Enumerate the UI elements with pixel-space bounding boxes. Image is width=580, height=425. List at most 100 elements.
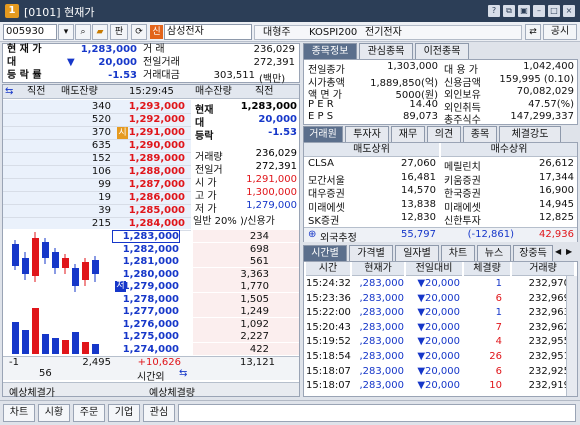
tab-watchlist[interactable]: 관심종목 <box>359 43 413 59</box>
dropdown-icon[interactable]: ▾ <box>58 24 74 40</box>
print-icon[interactable]: ▣ <box>518 5 530 17</box>
trade-diff: ▼20,000 <box>417 307 460 319</box>
trade-time: 15:22:00 <box>306 307 351 319</box>
tab-intraday[interactable]: 장중득 <box>513 245 553 261</box>
bid-price[interactable]: 1,276,000 <box>113 319 179 330</box>
tab-broker[interactable]: 거래원 <box>303 126 343 142</box>
ask-price[interactable]: 1,286,000 <box>115 192 185 203</box>
bid-price[interactable]: 1,278,000 <box>113 294 179 305</box>
search-icon[interactable]: ⌕ <box>75 24 91 40</box>
info-right-value: 1,042,400 <box>523 61 574 72</box>
ask-price[interactable]: 1,285,000 <box>115 205 185 216</box>
trade-time: 15:18:07 <box>306 365 351 377</box>
sell-broker-qty: 27,060 <box>401 158 436 169</box>
market-type: 대형주 <box>263 27 291 38</box>
buy-broker-qty: 16,900 <box>539 185 574 196</box>
ask-qty: 635 <box>91 140 111 151</box>
ask-price[interactable]: 1,289,000 <box>115 153 185 164</box>
trades-tabs: 시간별 가격별 일자별 차트 뉴스 장중득 ◀ ▶ <box>303 245 578 261</box>
market-shortcut-button[interactable]: 시황 <box>38 404 70 422</box>
trade-qty: 4 <box>495 336 502 348</box>
bid-price[interactable]: 1,281,000 <box>113 256 179 267</box>
minimize-icon[interactable]: – <box>533 5 545 17</box>
after-hours-label[interactable]: 시간외 <box>137 368 165 383</box>
pan-button[interactable]: 판 <box>110 24 128 40</box>
ask-price[interactable]: 1,292,000 <box>115 114 185 125</box>
bid-price[interactable]: 1,277,000 <box>113 306 179 317</box>
link-icon[interactable]: ⧉ <box>503 5 515 17</box>
ask-price[interactable]: 1,291,000 <box>115 127 185 138</box>
mini-candle-chart <box>3 230 113 356</box>
bid-price[interactable]: 1,279,000 <box>113 281 179 292</box>
watch-shortcut-button[interactable]: 관심 <box>143 404 175 422</box>
buy-broker-name[interactable]: 신한투자 <box>444 212 481 227</box>
ask-price[interactable]: 1,287,000 <box>115 179 185 190</box>
sell-broker-name[interactable]: CLSA <box>308 158 334 169</box>
ask-qty: 99 <box>98 179 111 190</box>
tab-prev-arrow-icon[interactable]: ◀ <box>555 247 565 259</box>
ask-price[interactable]: 1,293,000 <box>115 101 185 112</box>
trade-qty: 10 <box>489 380 502 392</box>
ask-price[interactable]: 1,290,000 <box>115 140 185 151</box>
bid-qty: 1,092 <box>240 318 269 330</box>
trade-time: 15:20:43 <box>306 321 351 333</box>
maximize-icon[interactable]: □ <box>548 5 560 17</box>
tab-opinion[interactable]: 의견 <box>427 126 461 142</box>
trade-qty: 6 <box>495 292 502 304</box>
tab-by-date[interactable]: 일자별 <box>395 245 439 261</box>
expected-price-label: 예상체결가 <box>9 388 55 399</box>
company-shortcut-button[interactable]: 기업 <box>108 404 140 422</box>
help-icon[interactable]: ? <box>488 5 500 17</box>
disclosure-button[interactable]: 공시 <box>543 24 577 40</box>
bid-price[interactable]: 1,282,000 <box>113 244 179 255</box>
tab-by-time[interactable]: 시간별 <box>303 245 347 261</box>
trade-qty: 7 <box>495 321 502 333</box>
close-icon[interactable]: × <box>563 5 575 17</box>
folder-icon[interactable]: ▰ <box>92 24 108 40</box>
stock-code-input[interactable]: 005930 <box>3 24 57 40</box>
trades-scrollbar[interactable] <box>566 276 577 396</box>
change-rate: -1.53 <box>108 70 137 81</box>
tab-chart[interactable]: 차트 <box>441 245 475 261</box>
stock-name-field[interactable]: 삼성전자 <box>164 24 252 40</box>
tab-prev-stock[interactable]: 이전종목 <box>415 43 469 59</box>
bid-price[interactable]: 1,280,000 <box>113 269 179 280</box>
ask-price[interactable]: 1,284,000 <box>115 218 185 229</box>
tab-stock[interactable]: 종목 <box>463 126 497 142</box>
trades-col-header: 시간 <box>306 262 350 276</box>
ask-price[interactable]: 1,288,000 <box>115 166 185 177</box>
refresh-icon[interactable]: ⟳ <box>131 24 147 40</box>
sell-broker-name[interactable]: SK증권 <box>308 212 339 227</box>
expand-icon[interactable]: ⊕ <box>308 229 316 240</box>
candles <box>12 232 99 292</box>
tab-next-arrow-icon[interactable]: ▶ <box>566 247 576 259</box>
trade-time: 15:24:32 <box>306 278 351 289</box>
prev-arrow-icon[interactable]: ⇆ <box>5 85 13 99</box>
tab-strength[interactable]: 체결강도 <box>499 126 561 142</box>
bid-price[interactable]: 1,274,000 <box>113 344 179 355</box>
screen-code: [0101] <box>24 6 61 19</box>
sell-broker-qty: 13,838 <box>401 198 436 210</box>
trade-volume: 232,951 <box>528 351 570 362</box>
chart-shortcut-button[interactable]: 차트 <box>3 404 35 422</box>
trade-qty: 6 <box>495 365 502 377</box>
sync-icon[interactable]: ⇄ <box>525 24 541 40</box>
tab-news[interactable]: 뉴스 <box>477 245 511 261</box>
tab-stock-info[interactable]: 종목정보 <box>303 43 357 59</box>
tab-investor[interactable]: 투자자 <box>345 126 389 142</box>
trade-price: ,283,000 <box>359 278 404 289</box>
tab-by-price[interactable]: 가격별 <box>349 245 393 261</box>
tab-finance[interactable]: 재무 <box>391 126 425 142</box>
after-hours-icon[interactable]: ⇆ <box>179 368 187 379</box>
trades-section: 시간별 가격별 일자별 차트 뉴스 장중득 ◀ ▶ 시간 현재가 전일대비 체결량 거래… <box>303 245 578 397</box>
amount-unit: (백만) <box>259 74 286 85</box>
left-indicator-2: 56 <box>39 368 52 379</box>
bid-price[interactable]: 1,283,000 <box>112 230 180 243</box>
trade-diff: ▼20,000 <box>417 321 460 333</box>
buy-broker-qty: 17,344 <box>539 171 574 183</box>
buy-broker-qty: 14,945 <box>539 198 574 210</box>
order-shortcut-button[interactable]: 주문 <box>73 404 105 422</box>
bid-qty: 1,249 <box>240 306 269 317</box>
bid-price[interactable]: 1,275,000 <box>113 331 179 342</box>
bottom-shortcut-bar: 차트 시황 주문 기업 관심 <box>0 400 580 425</box>
